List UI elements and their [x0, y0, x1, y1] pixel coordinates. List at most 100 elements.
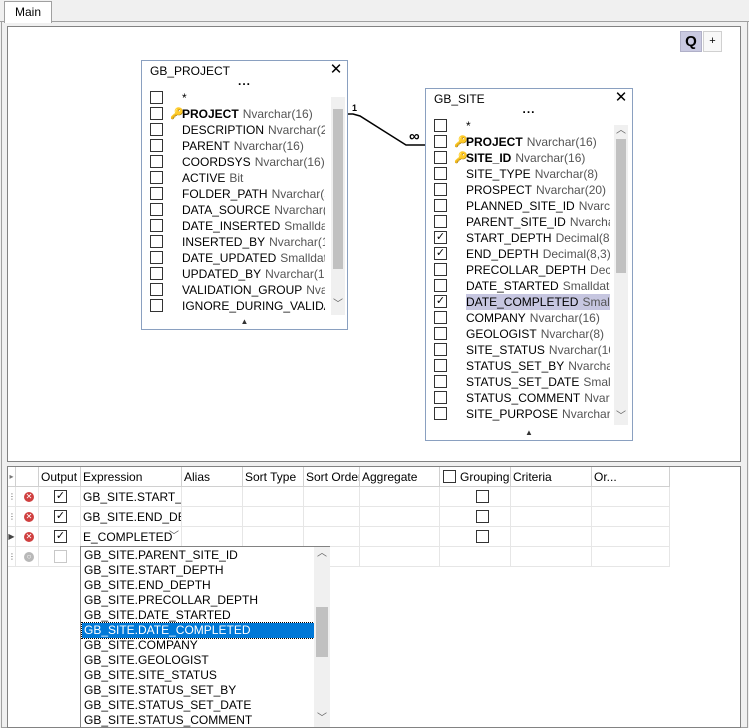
field-row[interactable]: VALIDATION_GROUPNvarchar — [150, 282, 325, 298]
col-header-expression[interactable]: Expression — [81, 467, 182, 487]
sort-type-cell[interactable] — [243, 507, 304, 527]
col-header-alias[interactable]: Alias — [182, 467, 243, 487]
row-delete-cell[interactable]: ✕ — [16, 507, 39, 527]
criteria-cell[interactable] — [511, 507, 592, 527]
field-row[interactable]: COORDSYS Nvarchar(16) — [150, 154, 325, 170]
field-row[interactable]: FOLDER_PATHNvarchar(500) — [150, 186, 325, 202]
dropdown-item[interactable]: GB_SITE.STATUS_SET_BY — [82, 683, 314, 698]
col-header-sort-order[interactable]: Sort Order — [304, 467, 360, 487]
expression-dropdown-list[interactable]: GB_SITE.PARENT_SITE_ID GB_SITE.START_DEPT… — [80, 546, 330, 728]
field-checkbox[interactable] — [434, 279, 447, 292]
field-row[interactable]: STATUS_SET_DATESmalldatetime — [434, 374, 610, 390]
field-row[interactable]: * — [150, 90, 325, 106]
field-row[interactable]: DATE_INSERTEDSmalldatetime — [150, 218, 325, 234]
field-checkbox[interactable] — [434, 407, 447, 420]
field-checkbox[interactable] — [434, 343, 447, 356]
field-row[interactable]: STATUS_SET_BYNvarchar(10) — [434, 358, 610, 374]
chevron-up-icon[interactable]: ▲ — [142, 317, 347, 327]
col-header-criteria[interactable]: Criteria — [511, 467, 592, 487]
grouping-checkbox[interactable] — [476, 490, 489, 503]
field-checkbox[interactable] — [150, 219, 163, 232]
output-checkbox[interactable] — [54, 550, 67, 563]
field-checkbox[interactable] — [434, 119, 447, 132]
grouping-cell[interactable] — [440, 547, 511, 567]
chevron-up-icon[interactable]: ︿ — [614, 125, 628, 137]
output-checkbox[interactable]: ✓ — [54, 490, 67, 503]
close-icon[interactable]: ✕ — [329, 62, 343, 77]
field-row[interactable]: SITE_STATUSNvarchar(16) — [434, 342, 610, 358]
grouping-header-checkbox[interactable] — [443, 470, 456, 483]
or-cell[interactable] — [592, 487, 670, 507]
col-header-output[interactable]: Output — [39, 467, 81, 487]
grouping-cell[interactable] — [440, 507, 511, 527]
criteria-cell[interactable] — [511, 527, 592, 547]
field-row[interactable]: SITE_PURPOSENvarchar(16) — [434, 406, 610, 422]
field-checkbox[interactable] — [150, 139, 163, 152]
scrollbar-thumb[interactable] — [316, 607, 328, 657]
grouping-cell[interactable] — [440, 487, 511, 507]
tab-main[interactable]: Main — [4, 1, 52, 23]
or-cell[interactable] — [592, 527, 670, 547]
delete-row-icon[interactable]: ✕ — [24, 532, 34, 542]
field-checkbox[interactable] — [150, 235, 163, 248]
expression-cell[interactable]: GB_SITE.END_DEPTH — [81, 507, 182, 527]
delete-row-icon[interactable]: ✕ — [24, 492, 34, 502]
field-row[interactable]: STATUS_COMMENTNvarchar — [434, 390, 610, 406]
dropdown-item[interactable]: GB_SITE.STATUS_SET_DATE — [82, 698, 314, 713]
field-checkbox[interactable]: ✓ — [434, 231, 447, 244]
field-row[interactable]: ✓ DATE_COMPLETEDSmalldatetime — [434, 294, 610, 310]
output-checkbox[interactable]: ✓ — [54, 510, 67, 523]
field-row[interactable]: ✓ START_DEPTHDecimal(8,3) — [434, 230, 610, 246]
criteria-cell[interactable] — [511, 547, 592, 567]
field-checkbox[interactable] — [150, 203, 163, 216]
dropdown-item[interactable]: GB_SITE.PARENT_SITE_ID — [82, 548, 314, 563]
alias-cell[interactable] — [182, 527, 243, 547]
table-gb-site[interactable]: GB_SITE ✕ ... * 🔑 PROJECT Nvarchar(16) 🔑 SITE… — [425, 88, 633, 441]
field-checkbox[interactable] — [434, 391, 447, 404]
field-row[interactable]: PRECOLLAR_DEPTHDecimal — [434, 262, 610, 278]
field-row[interactable]: COMPANY Nvarchar(16) — [434, 310, 610, 326]
dropdown-item[interactable]: GB_SITE.START_DEPTH — [82, 563, 314, 578]
dropdown-item[interactable]: GB_SITE.SITE_STATUS — [82, 668, 314, 683]
chevron-up-icon[interactable]: ▲ — [426, 428, 632, 438]
col-header-aggregate[interactable]: Aggregate — [360, 467, 440, 487]
sort-order-cell[interactable] — [304, 507, 360, 527]
sort-order-cell[interactable] — [304, 487, 360, 507]
expression-cell[interactable]: GB_SITE.START_DEPTH — [81, 487, 182, 507]
dropdown-item[interactable]: GB_SITE.STATUS_COMMENT — [82, 713, 314, 728]
scrollbar-thumb[interactable] — [616, 139, 626, 273]
add-table-button[interactable]: + — [703, 31, 722, 52]
chevron-down-icon[interactable]: ﹀ — [169, 527, 179, 546]
chevron-down-icon[interactable]: ﹀ — [331, 299, 345, 311]
col-header-grouping[interactable]: Grouping — [440, 467, 511, 487]
field-checkbox[interactable] — [434, 183, 447, 196]
field-checkbox[interactable]: ✓ — [434, 247, 447, 260]
field-checkbox[interactable] — [434, 215, 447, 228]
field-row[interactable]: PROSPECT Nvarchar(20) — [434, 182, 610, 198]
field-checkbox[interactable] — [434, 359, 447, 372]
expression-editor[interactable]: E_COMPLETED ﹀ — [81, 527, 182, 547]
field-row[interactable]: INSERTED_BYNvarchar(100) — [150, 234, 325, 250]
delete-row-icon[interactable]: ✕ — [24, 512, 34, 522]
output-cell[interactable]: ✓ — [39, 487, 81, 507]
field-row[interactable]: ✓ END_DEPTH Decimal(8,3) — [434, 246, 610, 262]
field-row[interactable]: UPDATED_BYNvarchar(100) — [150, 266, 325, 282]
field-checkbox[interactable] — [434, 151, 447, 164]
field-checkbox[interactable] — [150, 91, 163, 104]
or-cell[interactable] — [592, 507, 670, 527]
field-checkbox[interactable] — [150, 123, 163, 136]
dropdown-item[interactable]: GB_SITE.DATE_STARTED — [82, 608, 314, 623]
dropdown-scrollbar[interactable]: ︿ ﹀ — [314, 547, 330, 727]
field-checkbox[interactable]: ✓ — [434, 295, 447, 308]
field-row[interactable]: * — [434, 118, 610, 134]
dropdown-item[interactable]: GB_SITE.DATE_COMPLETED — [81, 622, 315, 639]
row-selector[interactable]: ⋮ — [8, 487, 16, 507]
field-row[interactable]: IGNORE_DURING_VALIDATION — [150, 298, 325, 314]
field-row[interactable]: DATA_SOURCENvarchar(20) — [150, 202, 325, 218]
field-checkbox[interactable] — [434, 199, 447, 212]
chevron-down-icon[interactable]: ﹀ — [614, 411, 628, 423]
aggregate-cell[interactable] — [360, 487, 440, 507]
dropdown-item[interactable]: GB_SITE.COMPANY — [82, 638, 314, 653]
field-row[interactable]: 🔑 SITE_ID Nvarchar(16) — [434, 150, 610, 166]
criteria-cell[interactable] — [511, 487, 592, 507]
